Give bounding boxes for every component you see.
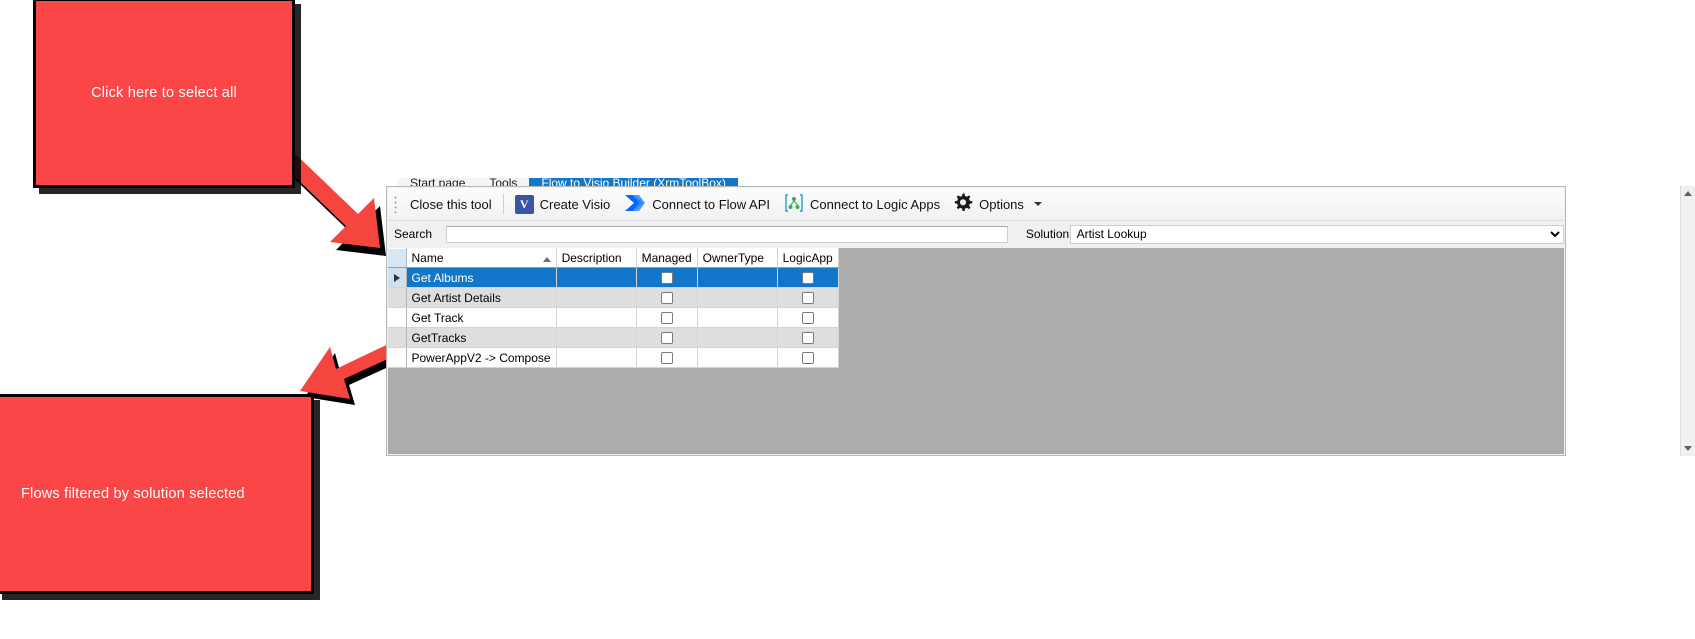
- checkbox-icon[interactable]: [660, 291, 673, 304]
- window-vertical-scrollbar[interactable]: [1680, 186, 1695, 456]
- checkbox-icon[interactable]: [801, 351, 814, 364]
- cell-logicapp-checkbox[interactable]: [777, 287, 839, 308]
- annotation-callout-filtered: Flows filtered by solution selected: [0, 394, 314, 594]
- connect-to-logic-apps-button[interactable]: Connect to Logic Apps: [777, 191, 947, 217]
- cell-description[interactable]: [556, 347, 637, 368]
- column-header-managed[interactable]: Managed: [636, 248, 698, 268]
- checkbox-icon[interactable]: [801, 291, 814, 304]
- table-row[interactable]: Get Track: [388, 307, 839, 328]
- cell-managed-checkbox[interactable]: [636, 347, 698, 368]
- checkbox-icon[interactable]: [660, 351, 673, 364]
- gear-icon: [954, 193, 973, 215]
- column-header-name-label: Name: [411, 251, 444, 265]
- cell-ownertype[interactable]: [697, 267, 778, 288]
- toolbar: Close this tool V Create Visio Connect t…: [388, 188, 1564, 221]
- close-this-tool-button[interactable]: Close this tool: [403, 191, 499, 217]
- cell-description[interactable]: [556, 327, 637, 348]
- column-header-logicapp[interactable]: LogicApp: [777, 248, 839, 268]
- toolbar-grip[interactable]: [394, 195, 397, 213]
- cell-managed-checkbox[interactable]: [636, 267, 698, 288]
- row-selector-cell[interactable]: [388, 307, 407, 328]
- flows-grid-area: Name Description Managed OwnerType Logic…: [388, 248, 1564, 454]
- toolbar-separator: [502, 194, 504, 214]
- cell-name[interactable]: Get Artist Details: [406, 287, 557, 308]
- table-row[interactable]: GetTracks: [388, 327, 839, 348]
- table-row[interactable]: Get Albums: [388, 267, 839, 288]
- chevron-down-icon: [1033, 202, 1042, 206]
- connect-to-logic-apps-label: Connect to Logic Apps: [810, 196, 941, 212]
- checkbox-icon[interactable]: [660, 271, 673, 284]
- cell-ownertype[interactable]: [697, 287, 778, 308]
- grid-header-row: Name Description Managed OwnerType Logic…: [388, 248, 839, 268]
- filter-bar: Search Solution Artist Lookup: [388, 221, 1564, 247]
- cell-ownertype[interactable]: [697, 347, 778, 368]
- row-selector-cell[interactable]: [388, 267, 407, 288]
- table-row[interactable]: PowerAppV2 -> Compose: [388, 347, 839, 368]
- cell-logicapp-checkbox[interactable]: [777, 267, 839, 288]
- cell-logicapp-checkbox[interactable]: [777, 307, 839, 328]
- current-row-icon: [393, 273, 400, 282]
- scroll-up-icon[interactable]: [1684, 191, 1692, 196]
- checkbox-icon[interactable]: [801, 311, 814, 324]
- checkbox-icon[interactable]: [660, 311, 673, 324]
- cell-name[interactable]: Get Albums: [406, 267, 557, 288]
- search-label: Search: [394, 227, 433, 241]
- solution-label: Solution: [1025, 227, 1070, 241]
- column-header-name[interactable]: Name: [406, 248, 557, 268]
- cell-description[interactable]: [556, 307, 637, 328]
- create-visio-button[interactable]: V Create Visio: [508, 191, 618, 217]
- search-input[interactable]: [445, 225, 1008, 243]
- connect-to-flow-api-label: Connect to Flow API: [652, 196, 771, 212]
- cell-ownertype[interactable]: [697, 327, 778, 348]
- cell-name[interactable]: Get Track: [406, 307, 557, 328]
- sort-ascending-icon: [542, 257, 551, 262]
- close-this-tool-label: Close this tool: [410, 196, 492, 212]
- cell-managed-checkbox[interactable]: [636, 327, 698, 348]
- annotation-text-filtered: Flows filtered by solution selected: [21, 486, 245, 502]
- cell-managed-checkbox[interactable]: [636, 287, 698, 308]
- create-visio-label: Create Visio: [539, 196, 611, 212]
- tool-window: Close this tool V Create Visio Connect t…: [386, 186, 1566, 456]
- column-header-description[interactable]: Description: [556, 248, 637, 268]
- row-selector-cell[interactable]: [388, 347, 407, 368]
- annotation-text-select-all: Click here to select all: [91, 85, 237, 101]
- cell-name[interactable]: PowerAppV2 -> Compose: [406, 347, 557, 368]
- connect-to-flow-api-button[interactable]: Connect to Flow API: [617, 191, 777, 217]
- scroll-down-icon[interactable]: [1684, 446, 1692, 451]
- checkbox-icon[interactable]: [801, 331, 814, 344]
- cell-name[interactable]: GetTracks: [406, 327, 557, 348]
- cell-description[interactable]: [556, 267, 637, 288]
- column-header-ownertype[interactable]: OwnerType: [697, 248, 778, 268]
- cell-managed-checkbox[interactable]: [636, 307, 698, 328]
- power-automate-icon: [624, 194, 646, 215]
- logic-apps-icon: [784, 193, 804, 216]
- visio-icon: V: [514, 194, 534, 214]
- annotation-callout-select-all: Click here to select all: [33, 0, 295, 188]
- flows-grid: Name Description Managed OwnerType Logic…: [388, 248, 839, 368]
- options-label: Options: [979, 196, 1024, 212]
- cell-ownertype[interactable]: [697, 307, 778, 328]
- select-all-header-cell[interactable]: [388, 248, 407, 268]
- grid-body: Get Albums Get Artist Details Get Track Get…: [388, 267, 839, 368]
- checkbox-icon[interactable]: [660, 331, 673, 344]
- checkbox-icon[interactable]: [801, 271, 814, 284]
- options-menu-button[interactable]: Options: [947, 191, 1049, 217]
- cell-description[interactable]: [556, 287, 637, 308]
- row-selector-cell[interactable]: [388, 287, 407, 308]
- solution-select[interactable]: Artist Lookup: [1069, 224, 1564, 244]
- cell-logicapp-checkbox[interactable]: [777, 327, 839, 348]
- cell-logicapp-checkbox[interactable]: [777, 347, 839, 368]
- table-row[interactable]: Get Artist Details: [388, 287, 839, 308]
- row-selector-cell[interactable]: [388, 327, 407, 348]
